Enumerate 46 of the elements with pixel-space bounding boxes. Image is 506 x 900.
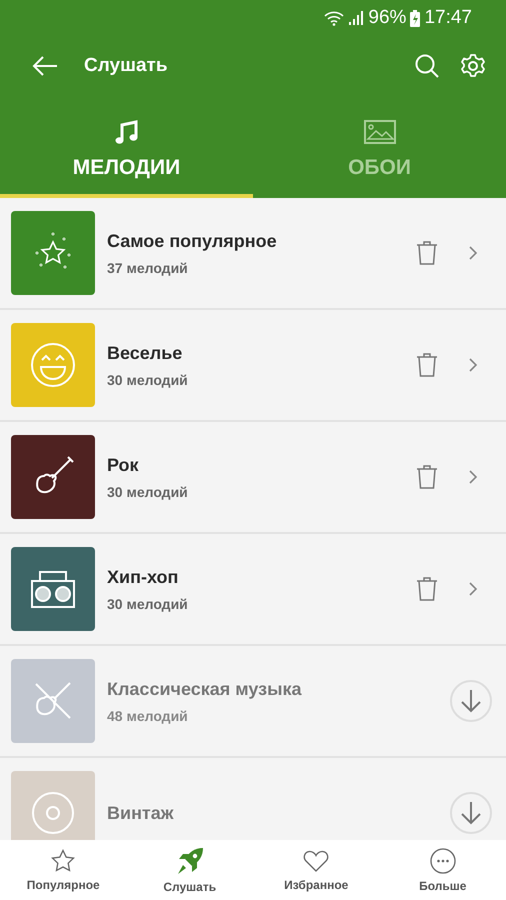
- rocket-icon: [176, 846, 204, 874]
- chevron-right-icon: [468, 245, 478, 261]
- category-title: Классическая музыка: [107, 678, 303, 700]
- image-icon: [364, 120, 396, 146]
- melody-count: 30 мелодий: [107, 484, 189, 500]
- star-icon: [51, 848, 76, 872]
- battery-icon: [410, 10, 420, 26]
- download-button[interactable]: [450, 680, 492, 722]
- download-arrow-icon: [460, 689, 482, 713]
- wifi-icon: [324, 10, 344, 26]
- melody-count: 30 мелодий: [107, 596, 189, 612]
- search-icon: [414, 53, 440, 79]
- tab[interactable]: МЕЛОДИИ: [0, 96, 253, 198]
- chevron-right-icon: [468, 357, 478, 373]
- signal-icon: [348, 10, 364, 26]
- melody-count: 30 мелодий: [107, 372, 189, 388]
- chevron-right-icon: [468, 469, 478, 485]
- record-icon: [30, 790, 76, 836]
- trash-icon: [416, 577, 438, 601]
- download-button[interactable]: [450, 792, 492, 834]
- heart-icon: [303, 848, 330, 872]
- smiley-icon: [30, 342, 76, 388]
- melody-count: 37 мелодий: [107, 260, 189, 276]
- music-note-icon: [114, 120, 140, 146]
- category-title: Самое популярное: [107, 230, 278, 252]
- melody-count: 48 мелодий: [107, 708, 189, 724]
- nav-item[interactable]: Популярное: [0, 840, 126, 900]
- boombox-icon: [30, 569, 76, 609]
- screen-title: Слушать: [84, 55, 168, 77]
- more-icon: [430, 848, 456, 874]
- trash-icon: [416, 241, 438, 265]
- category-title: Рок: [107, 454, 140, 476]
- trash-icon: [416, 353, 438, 377]
- nav-item[interactable]: Избранное: [253, 840, 380, 900]
- settings-icon: [460, 53, 486, 79]
- trash-icon: [416, 465, 438, 489]
- category-title: Веселье: [107, 342, 184, 364]
- clock: 17:47: [424, 7, 472, 29]
- back-arrow-icon: [32, 55, 58, 77]
- chevron-right-icon: [468, 581, 478, 597]
- download-arrow-icon: [460, 801, 482, 825]
- battery-percent: 96%: [368, 7, 406, 29]
- category-title: Винтаж: [107, 802, 175, 824]
- nav-item[interactable]: Больше: [380, 840, 506, 900]
- category-title: Хип-хоп: [107, 566, 180, 588]
- nav-item[interactable]: Слушать: [126, 840, 253, 900]
